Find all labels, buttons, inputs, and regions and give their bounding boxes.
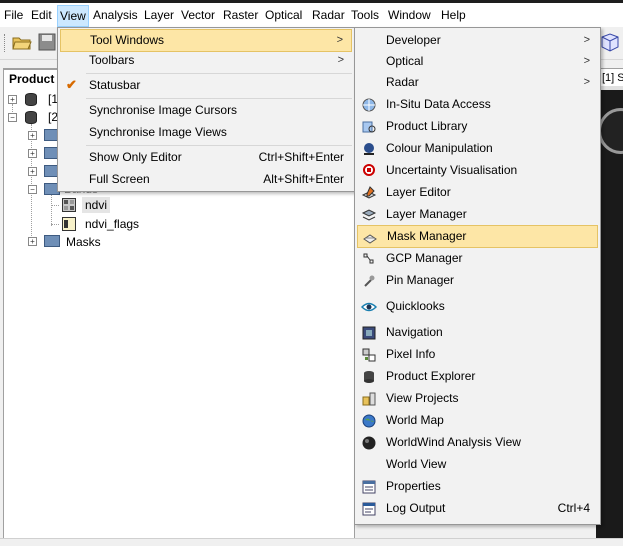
menu-item-properties[interactable]: Properties — [357, 476, 598, 497]
check-icon: ✔ — [66, 77, 77, 92]
projects-icon — [362, 392, 376, 406]
save-icon[interactable] — [38, 33, 56, 51]
expand-toggle[interactable]: + — [28, 167, 37, 176]
chevron-right-icon: > — [583, 76, 590, 88]
log-icon — [362, 502, 376, 516]
menu-item-gcp-manager[interactable]: GCP Manager — [357, 248, 598, 269]
chevron-right-icon: > — [583, 55, 590, 67]
expand-toggle[interactable]: + — [8, 95, 17, 104]
menu-item-world-map[interactable]: World Map — [357, 410, 598, 431]
menu-item-developer[interactable]: Developer > — [357, 30, 598, 51]
menu-item-layer-editor[interactable]: Layer Editor — [357, 182, 598, 203]
menu-item-log-output[interactable]: Log Output Ctrl+4 — [357, 498, 598, 519]
menu-item-worldwind-analysis-view[interactable]: WorldWind Analysis View — [357, 432, 598, 453]
menu-separator — [86, 98, 352, 99]
menu-item-world-view[interactable]: World View — [357, 454, 598, 475]
folder-icon — [44, 235, 60, 247]
menu-item-in-situ-data-access[interactable]: In-Situ Data Access — [357, 94, 598, 115]
collapse-toggle[interactable]: − — [8, 113, 17, 122]
navigation-icon — [362, 326, 376, 340]
menu-help[interactable]: Help — [441, 7, 466, 23]
menu-item-pin-manager[interactable]: Pin Manager — [357, 270, 598, 291]
chevron-right-icon: > — [583, 34, 590, 46]
tree-line — [51, 224, 59, 225]
menu-item-tool-windows[interactable]: Tool Windows > — [60, 29, 352, 52]
menu-item-layer-manager[interactable]: Layer Manager — [357, 204, 598, 225]
tree-line — [51, 205, 59, 206]
world-map-icon — [362, 414, 376, 428]
menu-layer[interactable]: Layer — [144, 7, 174, 23]
layer-editor-icon — [361, 186, 377, 199]
menu-item-full-screen[interactable]: Full Screen Alt+Shift+Enter — [60, 169, 352, 190]
product-icon — [25, 111, 37, 124]
menu-separator — [86, 145, 352, 146]
menu-view[interactable]: View — [57, 5, 89, 27]
product-explorer-tab[interactable]: Product E — [3, 69, 62, 88]
tree-item-ndvi[interactable]: ndvi — [82, 197, 111, 213]
expand-toggle[interactable]: + — [28, 149, 37, 158]
menu-item-toolbars[interactable]: Toolbars > — [60, 50, 352, 71]
menu-item-mask-manager[interactable]: Mask Manager — [357, 225, 598, 248]
tree-item-ndvi-flags[interactable]: ndvi_flags — [85, 216, 139, 232]
menu-item-sync-cursors[interactable]: Synchronise Image Cursors — [60, 100, 352, 121]
menu-item-product-library[interactable]: Product Library — [357, 116, 598, 137]
gcp-icon — [363, 253, 374, 264]
menu-item-optical[interactable]: Optical > — [357, 51, 598, 72]
layers-icon — [361, 209, 377, 221]
colour-icon — [364, 143, 374, 155]
expand-toggle[interactable]: + — [28, 237, 37, 246]
menu-radar[interactable]: Radar — [312, 7, 345, 23]
menu-window[interactable]: Window — [388, 7, 431, 23]
menu-item-quicklooks[interactable]: Quicklooks — [357, 296, 598, 317]
menu-item-product-explorer[interactable]: Product Explorer — [357, 366, 598, 387]
properties-icon — [362, 480, 376, 494]
eye-icon — [361, 302, 377, 312]
menu-file[interactable]: File — [4, 7, 23, 23]
pixel-info-icon — [362, 348, 376, 362]
mask-icon — [363, 234, 377, 244]
chevron-right-icon: > — [336, 34, 343, 46]
collapse-toggle[interactable]: − — [28, 185, 37, 194]
worldwind-icon — [362, 436, 376, 450]
uncertainty-icon — [363, 164, 375, 176]
menu-separator — [86, 73, 352, 74]
library-icon — [362, 121, 376, 133]
menu-item-statusbar[interactable]: ✔ Statusbar — [60, 75, 352, 96]
chevron-right-icon: > — [337, 54, 344, 66]
menu-item-sync-views[interactable]: Synchronise Image Views — [60, 122, 352, 143]
tool-windows-submenu: Developer > Optical > Radar > In-Situ Da… — [354, 27, 601, 525]
tree-line — [31, 124, 32, 244]
globe-icon — [362, 98, 376, 112]
menu-vector[interactable]: Vector — [181, 7, 215, 23]
menu-item-radar[interactable]: Radar > — [357, 72, 598, 93]
menu-optical[interactable]: Optical — [265, 7, 302, 23]
menu-item-navigation[interactable]: Navigation — [357, 322, 598, 343]
expand-toggle[interactable]: + — [28, 131, 37, 140]
menu-analysis[interactable]: Analysis — [93, 7, 138, 23]
menu-item-view-projects[interactable]: View Projects — [357, 388, 598, 409]
menu-item-uncertainty-visualisation[interactable]: Uncertainty Visualisation — [357, 160, 598, 181]
menu-raster[interactable]: Raster — [223, 7, 258, 23]
pin-icon — [364, 275, 375, 287]
menu-edit[interactable]: Edit — [31, 7, 52, 23]
band-flags-icon — [62, 217, 76, 231]
menu-item-colour-manipulation[interactable]: Colour Manipulation — [357, 138, 598, 159]
product-icon — [25, 93, 37, 106]
tree-line — [51, 192, 52, 226]
menu-tools[interactable]: Tools — [351, 7, 379, 23]
band-raster-icon — [62, 198, 76, 212]
view-menu: Tool Windows > Toolbars > ✔ Statusbar Sy… — [57, 27, 355, 192]
tree-item-masks[interactable]: Masks — [66, 234, 101, 250]
menu-item-pixel-info[interactable]: Pixel Info — [357, 344, 598, 365]
menu-item-show-only-editor[interactable]: Show Only Editor Ctrl+Shift+Enter — [60, 147, 352, 168]
menu-bar: File Edit View Analysis Layer Vector Ras… — [0, 3, 623, 27]
toolbar-grip[interactable] — [4, 34, 7, 52]
open-folder-icon[interactable] — [12, 33, 32, 51]
database-icon — [364, 371, 374, 383]
